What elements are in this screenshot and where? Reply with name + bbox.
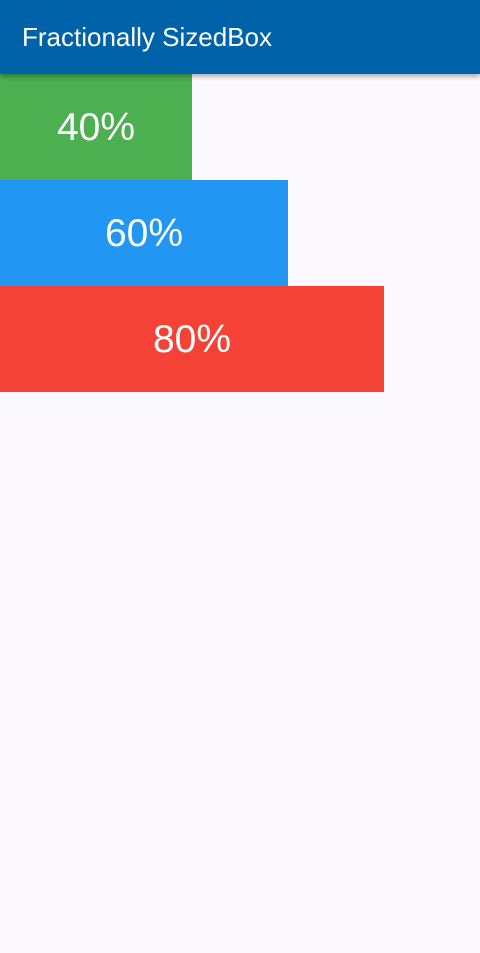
fraction-box-60: 60%: [0, 180, 288, 286]
fraction-box-40: 40%: [0, 74, 192, 180]
app-screen: Fractionally SizedBox 40% 60% 80%: [0, 0, 480, 953]
app-title: Fractionally SizedBox: [22, 22, 272, 52]
fraction-box-list: 40% 60% 80%: [0, 74, 480, 953]
app-bar: Fractionally SizedBox: [0, 0, 480, 74]
fraction-box-80: 80%: [0, 286, 384, 392]
